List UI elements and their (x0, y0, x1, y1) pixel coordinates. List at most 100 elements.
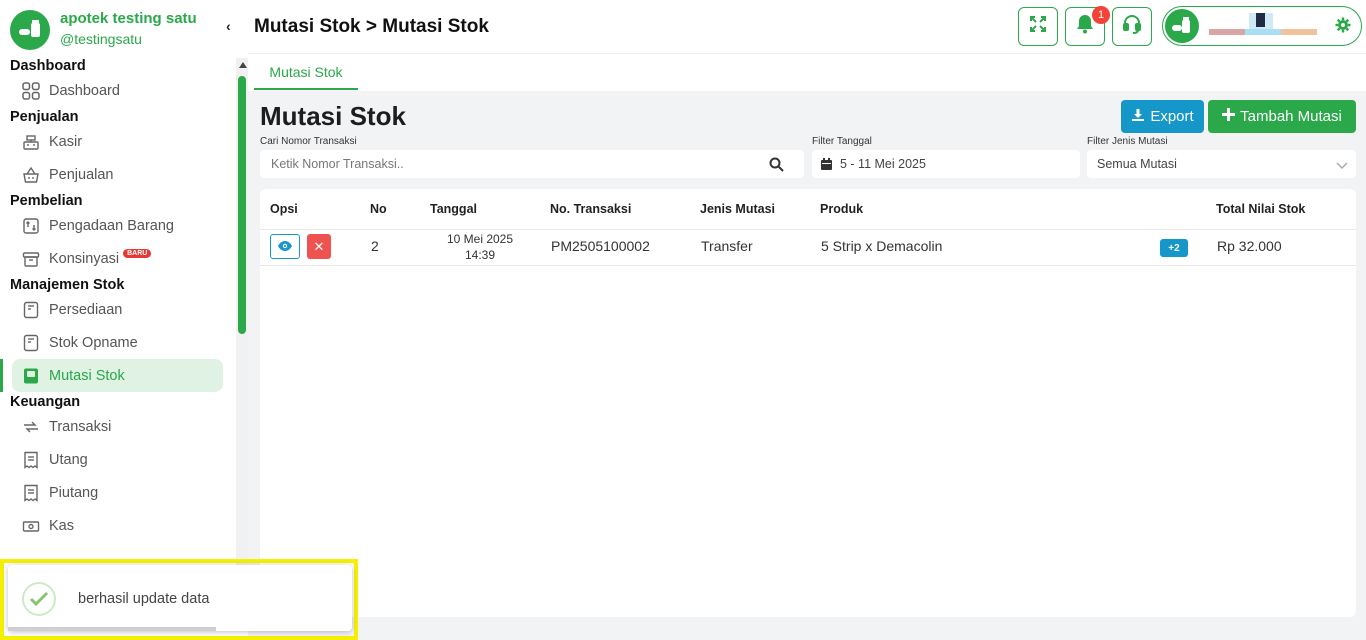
add-mutation-label: Tambah Mutasi (1240, 108, 1342, 125)
export-label: Export (1150, 108, 1194, 125)
toast-progress-bar (8, 627, 216, 631)
delete-button[interactable]: ✕ (307, 234, 331, 259)
basket-icon (22, 166, 40, 184)
headset-icon (1122, 14, 1142, 39)
active-indicator (0, 359, 3, 392)
row-number: 2 (371, 238, 379, 254)
support-button[interactable] (1112, 7, 1152, 46)
column-header: Jenis Mutasi (700, 202, 776, 216)
row-transaction-no: PM2505100002 (551, 238, 650, 254)
type-filter-label: Filter Jenis Mutasi (1087, 136, 1168, 147)
plus-icon (1222, 108, 1236, 125)
sidebar-item-label: Transaksi (49, 418, 112, 435)
column-header: Opsi (270, 202, 298, 216)
sidebar-item-penjualan[interactable]: Penjualan (0, 158, 234, 191)
inventory-icon (22, 301, 40, 319)
profile-name-blurred (1209, 13, 1329, 41)
menu-section-pembelian: Pembelian (10, 193, 83, 209)
sidebar-item-label: Kasir (49, 133, 83, 150)
row-date: 10 Mei 2025 14:39 (430, 231, 530, 263)
toast-message: berhasil update data (78, 591, 210, 607)
stock-opname-icon (22, 334, 40, 352)
column-header: Total Nilai Stok (1216, 202, 1306, 216)
transaction-icon (22, 418, 40, 436)
archive-box-icon (22, 250, 40, 268)
row-date-day: 10 Mei 2025 (446, 232, 514, 246)
type-filter-value: Semua Mutasi (1097, 157, 1177, 171)
sidebar-item-label: Stok Opname (49, 334, 138, 351)
row-date-time: 14:39 (464, 248, 496, 262)
notifications-button[interactable]: 1 (1065, 6, 1110, 46)
view-button[interactable] (270, 234, 300, 259)
sidebar-item-mutasi-stok[interactable]: Mutasi Stok (0, 359, 223, 392)
search-field[interactable]: Ketik Nomor Transaksi.. (260, 150, 804, 178)
pharmacy-logo-icon (10, 10, 50, 50)
grid-icon (22, 81, 40, 100)
sidebar-menu: Dashboard Dashboard Penjualan Kasir Penj… (0, 56, 234, 542)
toast-notification[interactable]: berhasil update data (8, 565, 352, 631)
eye-icon (278, 238, 292, 256)
column-header: Produk (820, 202, 864, 216)
search-input[interactable]: Ketik Nomor Transaksi.. (271, 157, 404, 171)
main-content: Mutasi Stok Export Tambah Mutasi Cari No… (248, 91, 1366, 640)
date-filter-label: Filter Tanggal (812, 136, 872, 147)
column-header: Tanggal (430, 202, 477, 216)
add-mutation-button[interactable]: Tambah Mutasi (1208, 100, 1356, 133)
fullscreen-button[interactable] (1018, 7, 1058, 46)
mutation-type-select[interactable]: Semua Mutasi (1087, 150, 1356, 178)
avatar (1165, 9, 1199, 43)
sidebar-scrollbar[interactable] (236, 58, 248, 618)
chevron-down-icon (1336, 159, 1348, 173)
date-filter-value: 5 - 11 Mei 2025 (840, 157, 926, 171)
sidebar-item-kas[interactable]: Kas (0, 509, 234, 542)
bell-icon (1076, 14, 1094, 39)
page-title: Mutasi Stok (260, 101, 406, 131)
brand: apotek testing satu @testingsatu (10, 10, 240, 52)
notification-count-badge: 1 (1092, 6, 1110, 24)
sidebar-item-dashboard[interactable]: Dashboard (0, 74, 234, 107)
sidebar-item-piutang[interactable]: Piutang (0, 476, 234, 509)
download-icon (1131, 108, 1145, 126)
row-product: 5 Strip x Demacolin (821, 238, 943, 254)
sidebar-item-label: Penjualan (49, 166, 114, 183)
sidebar-item-label: Persediaan (49, 301, 123, 318)
column-header: No. Transaksi (550, 202, 632, 216)
expand-icon (1029, 15, 1047, 38)
menu-section-keuangan: Keuangan (10, 394, 81, 410)
sidebar: apotek testing satu @testingsatu ‹ Dashb… (0, 0, 248, 640)
date-filter[interactable]: 5 - 11 Mei 2025 (812, 150, 1080, 178)
check-circle-icon (22, 582, 56, 616)
sidebar-item-label: Dashboard (49, 82, 120, 99)
sidebar-item-label: Konsinyasi (49, 250, 120, 267)
sidebar-item-label: Pengadaan Barang (49, 217, 174, 234)
calendar-icon (821, 158, 832, 170)
more-products-badge[interactable]: +2 (1160, 239, 1188, 257)
sidebar-item-persediaan[interactable]: Persediaan (0, 293, 234, 326)
receipt-icon (22, 484, 40, 502)
sidebar-item-kasir[interactable]: Kasir (0, 125, 234, 158)
receipt-icon (22, 451, 40, 469)
scroll-up-arrow-icon[interactable] (239, 62, 247, 68)
menu-section-dashboard: Dashboard (10, 58, 86, 74)
top-bar: Mutasi Stok > Mutasi Stok 1 (248, 0, 1366, 54)
collapse-sidebar-chevron-icon[interactable]: ‹ (226, 18, 231, 34)
mutation-table: Opsi No Tanggal No. Transaksi Jenis Muta… (260, 189, 1356, 617)
new-badge: BARU (123, 249, 152, 258)
breadcrumb: Mutasi Stok > Mutasi Stok (254, 16, 489, 37)
sidebar-item-konsinyasi[interactable]: Konsinyasi BARU (0, 242, 234, 275)
sidebar-item-utang[interactable]: Utang (0, 443, 234, 476)
tabs-bar: Mutasi Stok (248, 55, 1366, 91)
profile-menu[interactable] (1162, 6, 1362, 46)
sidebar-item-pengadaan-barang[interactable]: Pengadaan Barang (0, 209, 234, 242)
tab-mutasi-stok[interactable]: Mutasi Stok (254, 55, 358, 90)
close-icon: ✕ (313, 238, 325, 254)
procurement-icon (22, 217, 40, 235)
export-button[interactable]: Export (1121, 100, 1204, 133)
gear-icon[interactable] (1335, 17, 1351, 38)
sidebar-item-transaksi[interactable]: Transaksi (0, 410, 234, 443)
row-mutation-type: Transfer (701, 238, 753, 254)
scrollbar-thumb[interactable] (238, 76, 246, 334)
search-icon[interactable] (769, 157, 784, 175)
sidebar-item-label: Kas (49, 517, 74, 534)
sidebar-item-stok-opname[interactable]: Stok Opname (0, 326, 234, 359)
